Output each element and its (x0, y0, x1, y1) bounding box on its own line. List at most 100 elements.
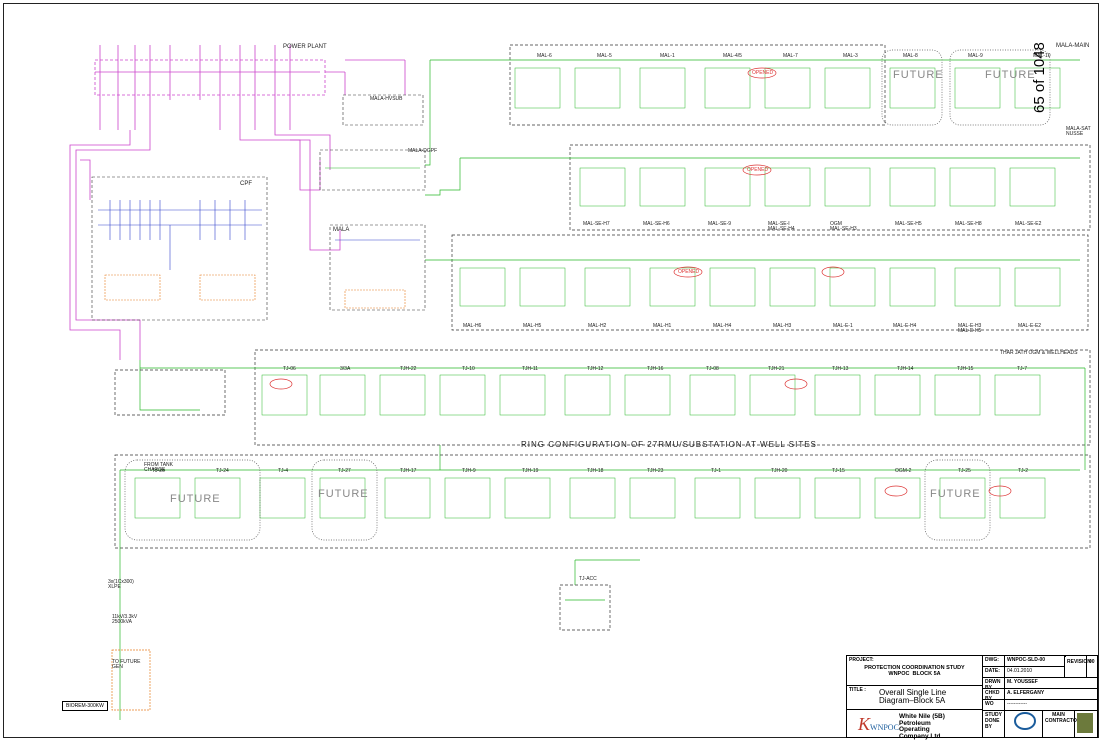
contractor-label-cell: MAIN CONTRACTOR (1043, 711, 1081, 738)
wo-label-cell: WO (983, 700, 1005, 711)
date-value: 04.01.2010 (1007, 668, 1033, 674)
unit-label: TJ-27 (338, 468, 351, 474)
unit-label: MAL-H2 (588, 323, 607, 329)
title-label: TITLE : (849, 687, 866, 693)
unit-label: OGM MAL-SE-H3 (830, 221, 857, 232)
unit-label: TJH-21 (768, 366, 785, 372)
revision-value: 00 (1089, 659, 1095, 665)
future-label: FUTURE (893, 69, 944, 81)
unit-label: TJ-10 (462, 366, 475, 372)
future-clouds (124, 49, 1051, 541)
contractor-logo (1077, 713, 1093, 733)
drwn-label-cell: DRWN BY (983, 678, 1005, 691)
power-plant-label: POWER PLANT (283, 44, 327, 50)
unit-label: TJH-15 (957, 366, 974, 372)
date-label: DATE: (985, 668, 1000, 674)
unit-label: TJ-24 (216, 468, 229, 474)
unit-label: MAL-7 (783, 53, 798, 59)
study-company-logo (1014, 712, 1036, 730)
feeder-cable-label: 3x(1Cx300) XLPE (108, 579, 134, 590)
unit-label: TJH-11 (522, 366, 539, 372)
unit-label: TJH-14 (897, 366, 914, 372)
unit-label: MAL-9 (968, 53, 983, 59)
unit-label: TJ-2 (1018, 468, 1028, 474)
opened-label: OPENED (752, 70, 774, 76)
unit-label: TJ-4 (278, 468, 288, 474)
wnpoc-logo: KWNPOC (858, 714, 899, 734)
wo-value-cell: ------------ (1005, 700, 1097, 711)
opened-markers (269, 67, 1012, 497)
mala-substations (319, 94, 426, 311)
unit-label: TJH-20 (771, 468, 788, 474)
dwg-label: DWG: (985, 657, 999, 663)
revision-label-cell: REVISION (1065, 656, 1091, 678)
page-count: 65 of 1048 (1031, 42, 1048, 113)
opened-label: OPENED (747, 167, 769, 173)
ring-config-label: RING CONFIGURATION OF 27RMU/SUBSTATION A… (521, 440, 817, 449)
row3-cells (459, 267, 1061, 307)
mala-sat-label: MALA-SAT NUSSE (1066, 126, 1091, 137)
chkd-label-cell: CHKD BY (983, 689, 1005, 702)
wo-label: WO (985, 701, 994, 707)
chkd-value: A. ELFERGANY (1007, 690, 1045, 696)
unit-label: MAL-E-E2 (1018, 323, 1042, 329)
unit-label: MAL-SE-H7 (583, 221, 610, 227)
unit-label: OGM-2 (895, 468, 912, 474)
tj-row1-cells (261, 374, 1041, 416)
wnpoc-logo-text: WNPOC (870, 723, 899, 732)
revision-value-cell: 00 (1087, 656, 1097, 678)
unit-label: MAL-SE-9 (708, 221, 732, 227)
unit-label: TJ-15 (832, 468, 845, 474)
drwn-value: M. YOUSSEF (1007, 679, 1038, 685)
unit-label: TJ-7 (1017, 366, 1027, 372)
wiring-layer (69, 44, 1091, 720)
drwn-value-cell: M. YOUSSEF (1005, 678, 1097, 689)
unit-label: TJ-1 (711, 468, 721, 474)
unit-label: MAL-H6 (463, 323, 482, 329)
mala-main-cells (514, 67, 1061, 109)
unit-label: TJH-19 (522, 468, 539, 474)
cpf-label: CPF (240, 181, 252, 187)
future-label: FUTURE (985, 69, 1036, 81)
company-name: White Nile (5B) Petroleum Operating Comp… (899, 713, 945, 740)
mala-main-label: MALA-MAIN (1056, 43, 1090, 49)
unit-label: MAL-E-H4 (893, 323, 917, 329)
study-done-label: STUDY DONE BY (985, 712, 1002, 730)
date-value-cell: 04.01.2010 (1005, 667, 1065, 678)
mala-label: MALA (333, 227, 350, 233)
main-contractor-label: MAIN CONTRACTOR (1045, 712, 1081, 724)
unit-label: TJ-25 (958, 468, 971, 474)
chkd-value-cell: A. ELFERGANY (1005, 689, 1097, 700)
unit-label: MAL-5 (597, 53, 612, 59)
bioremi-label: BIOREM-300KW (62, 701, 108, 711)
mala-hvsub-label: MALA-HVSUB (370, 96, 403, 102)
unit-label: MAL-SE-I MAL-SE-H4 (768, 221, 795, 232)
unit-label: 3/3A (340, 366, 351, 372)
unit-label: MAL-H3 (773, 323, 792, 329)
unit-label: TJ-08 (706, 366, 719, 372)
study-label-cell: STUDY DONE BY (983, 711, 1005, 738)
green-feeder-network (111, 44, 1091, 720)
dwg-label-cell: DWG: (983, 656, 1005, 667)
future-gen-label: TO FUTURE GEN (112, 659, 141, 670)
tj-row2-cells (134, 477, 1046, 519)
transformer-label: 11kV/3.3kV 2500kVA (112, 614, 138, 625)
unit-label: MAL-6 (537, 53, 552, 59)
unit-label: MAL-8 (903, 53, 918, 59)
dwg-value-cell: WNPOC-SLD-00 (1005, 656, 1065, 667)
dwg-number: WNPOC-SLD-00 (1007, 657, 1046, 663)
unit-label: MAL-E-1 (833, 323, 853, 329)
mala-sat-cells (579, 167, 1056, 207)
unit-label: MAL-H1 (653, 323, 672, 329)
unit-label: TJH-12 (587, 366, 604, 372)
unit-label: TJH-23 (647, 468, 664, 474)
unit-label: MAL-H5 (523, 323, 542, 329)
project-label: PROJECT: (849, 657, 874, 663)
wo-value: ------------ (1007, 701, 1027, 707)
project-name: PROTECTION COORDINATION STUDY WNPOC BLOC… (864, 665, 965, 677)
unit-label: MAL-H4 (713, 323, 732, 329)
thar-jath-label: THAR JATH OGM & WELLHEADS (1000, 350, 1078, 356)
unit-label: MAL-3 (843, 53, 858, 59)
date-label-cell: DATE: (983, 667, 1005, 678)
single-line-diagram-sheet: POWER PLANT CPF MALA-MAIN MALA-SAT NUSSE… (0, 0, 1104, 743)
